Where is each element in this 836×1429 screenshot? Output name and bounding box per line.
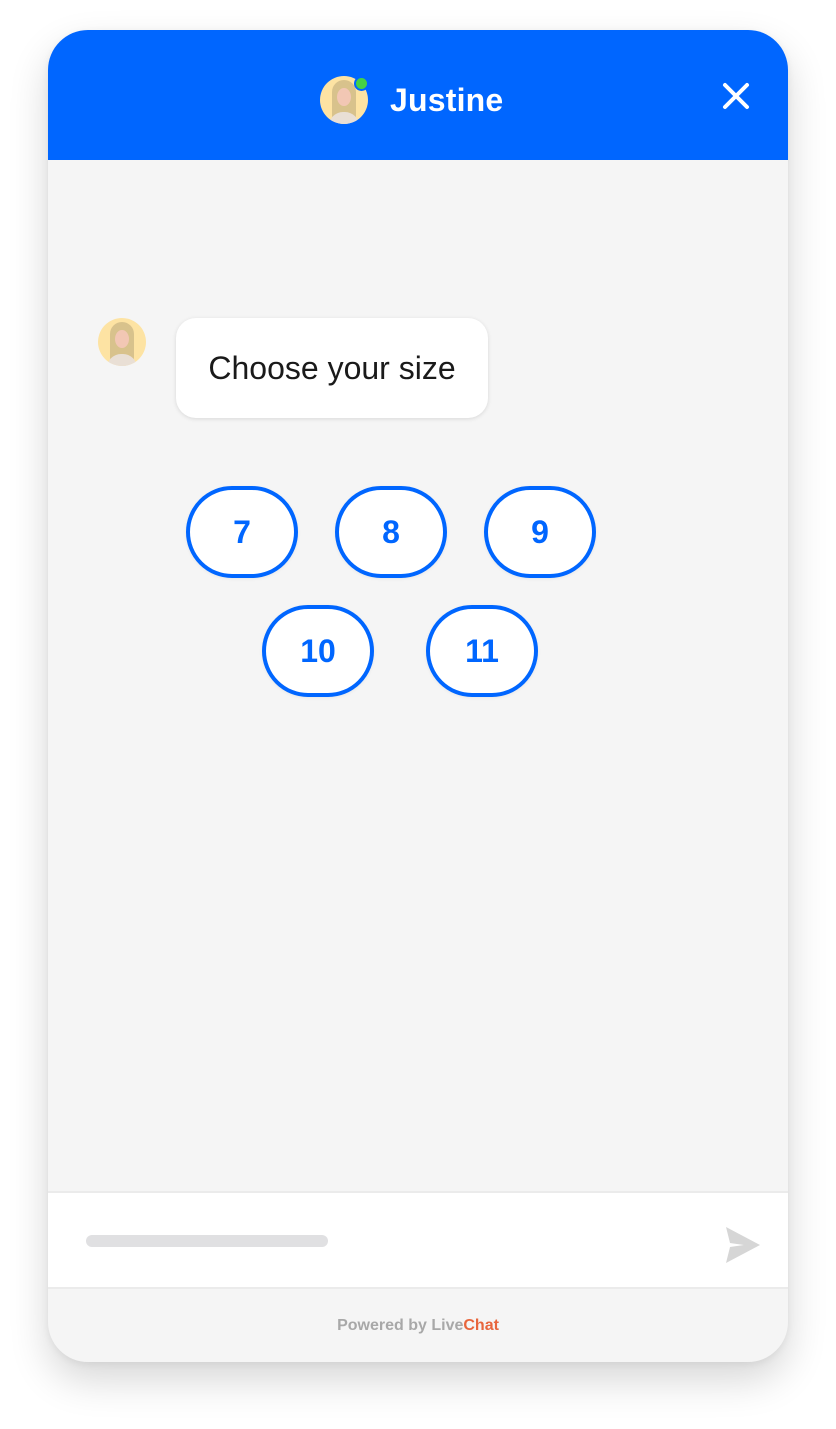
quick-reply-7[interactable]: 7 [186,486,298,578]
message-list: Choose your size 7 8 9 10 11 [48,160,788,1191]
message-text: Choose your size [208,349,456,386]
livechat-brand-link[interactable]: LiveChat [431,1317,499,1335]
send-button[interactable] [720,1223,764,1267]
message-input[interactable] [86,1235,328,1247]
quick-reply-9[interactable]: 9 [484,486,596,578]
chat-widget: Justine Choose your size 7 8 9 10 11 Pow… [48,30,788,1362]
send-icon [726,1227,760,1263]
powered-by-label: Powered by [337,1316,427,1334]
close-icon [723,83,749,109]
close-button[interactable] [716,76,756,116]
quick-reply-11[interactable]: 11 [426,605,538,697]
online-status-dot [354,76,369,91]
agent-info: Justine [320,76,503,124]
message-avatar [98,318,146,366]
message-bubble: Choose your size [176,318,488,418]
agent-name: Justine [390,81,504,118]
message-composer[interactable] [48,1191,788,1289]
chat-header: Justine [48,30,788,160]
quick-reply-8[interactable]: 8 [335,486,447,578]
quick-reply-10[interactable]: 10 [262,605,374,697]
powered-by-footer: Powered by LiveChat [48,1289,788,1362]
